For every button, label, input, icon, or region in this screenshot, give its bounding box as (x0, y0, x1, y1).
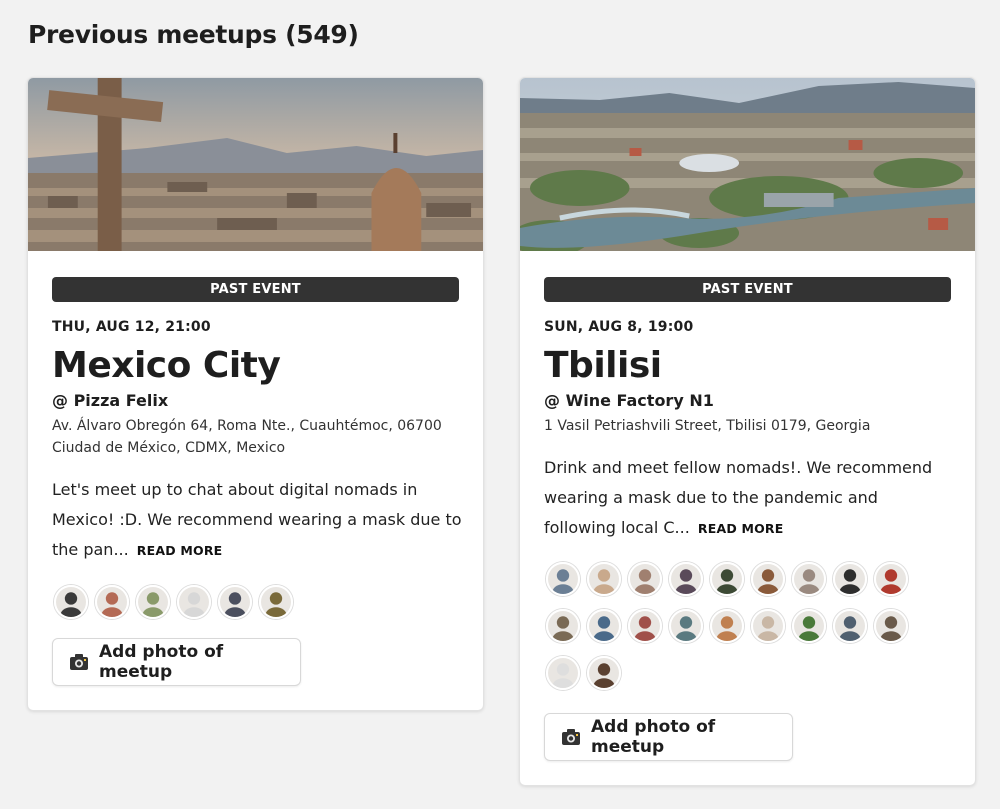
attendee-avatar[interactable] (874, 562, 908, 596)
event-address: 1 Vasil Petriashvili Street, Tbilisi 017… (544, 418, 871, 434)
event-date: SUN, AUG 8, 19:00 (544, 319, 694, 335)
camera-icon (69, 653, 89, 671)
attendee-avatar[interactable] (95, 585, 129, 619)
add-photo-button[interactable]: Add photo of meetup (52, 638, 301, 686)
event-date: THU, AUG 12, 21:00 (52, 319, 211, 335)
attendee-avatar[interactable] (710, 609, 744, 643)
meetup-card-tbilisi[interactable]: PAST EVENT SUN, AUG 8, 19:00 Tbilisi @ W… (519, 77, 976, 786)
attendee-avatar[interactable] (259, 585, 293, 619)
attendee-avatar[interactable] (669, 562, 703, 596)
add-photo-label: Add photo of meetup (591, 717, 716, 757)
meetup-card-mexico-city[interactable]: PAST EVENT THU, AUG 12, 21:00 Mexico Cit… (27, 77, 484, 711)
camera-icon (561, 728, 581, 746)
attendee-avatar[interactable] (710, 562, 744, 596)
attendee-avatar[interactable] (792, 609, 826, 643)
attendee-avatar[interactable] (628, 562, 662, 596)
attendee-avatar[interactable] (546, 562, 580, 596)
event-city[interactable]: Tbilisi (544, 345, 662, 386)
read-more-link[interactable]: READ MORE (698, 521, 784, 536)
add-photo-label: Add photo of meetup (99, 642, 224, 682)
attendee-avatar[interactable] (136, 585, 170, 619)
attendee-avatar[interactable] (218, 585, 252, 619)
attendee-avatar[interactable] (546, 609, 580, 643)
cover-image (520, 78, 975, 251)
attendee-avatar[interactable] (874, 609, 908, 643)
event-description: Let's meet up to chat about digital noma… (52, 475, 462, 566)
attendee-avatar[interactable] (587, 656, 621, 690)
attendee-avatar[interactable] (587, 562, 621, 596)
attendee-avatar[interactable] (587, 609, 621, 643)
page-title: Previous meetups (549) (28, 20, 359, 49)
event-venue: @ Wine Factory N1 (544, 391, 714, 410)
event-address: Av. Álvaro Obregón 64, Roma Nte., Cuauht… (52, 418, 442, 456)
read-more-link[interactable]: READ MORE (137, 543, 223, 558)
attendee-avatar[interactable] (833, 609, 867, 643)
attendee-avatar[interactable] (751, 562, 785, 596)
event-venue: @ Pizza Felix (52, 391, 169, 410)
past-event-badge: PAST EVENT (52, 277, 459, 302)
attendee-avatar[interactable] (628, 609, 662, 643)
attendee-avatar[interactable] (833, 562, 867, 596)
event-description: Drink and meet fellow nomads!. We recomm… (544, 453, 954, 544)
attendee-avatar[interactable] (54, 585, 88, 619)
add-photo-button[interactable]: Add photo of meetup (544, 713, 793, 761)
attendee-avatar[interactable] (546, 656, 580, 690)
attendee-avatar[interactable] (792, 562, 826, 596)
event-description-text: Let's meet up to chat about digital noma… (52, 480, 462, 559)
event-city[interactable]: Mexico City (52, 345, 281, 386)
attendee-avatar[interactable] (669, 609, 703, 643)
attendee-avatar[interactable] (177, 585, 211, 619)
past-event-badge: PAST EVENT (544, 277, 951, 302)
cover-image (28, 78, 483, 251)
attendee-avatar[interactable] (751, 609, 785, 643)
